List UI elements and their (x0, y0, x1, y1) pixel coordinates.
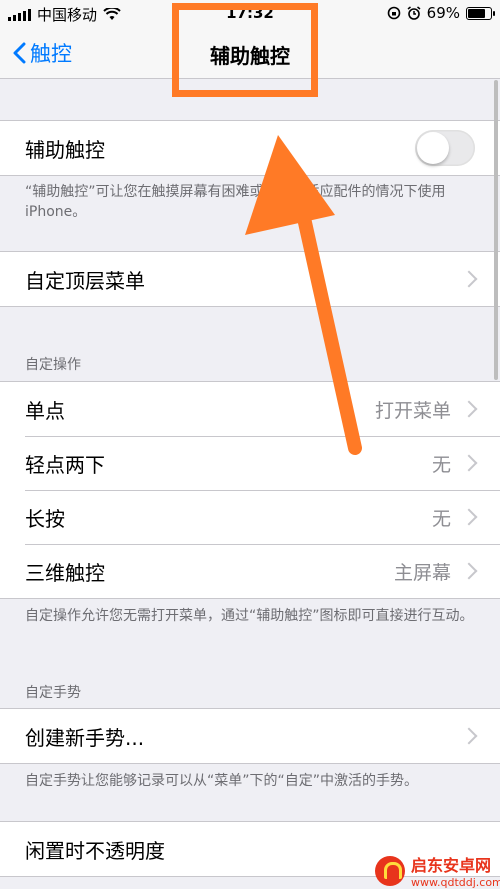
action-label: 长按 (25, 506, 65, 531)
custom-gestures-header: 自定手势 (25, 685, 81, 701)
action-label: 三维触控 (25, 560, 105, 585)
assistive-touch-toggle[interactable] (415, 130, 475, 166)
scroll-indicator[interactable] (494, 80, 498, 380)
action-row-single-tap[interactable]: 单点 打开菜单 (0, 382, 500, 436)
custom-actions-group: 单点 打开菜单 轻点两下 无 长按 无 三维触控 主屏幕 (0, 381, 500, 599)
annotation-highlight-box (172, 3, 318, 97)
watermark-text: 启东安卓网 www.qdtddj.com (411, 852, 500, 889)
battery-percent: 69% (426, 4, 460, 22)
assistive-touch-group: 辅助触控 (0, 120, 500, 176)
create-gesture-label: 创建新手势... (25, 725, 145, 750)
action-label: 单点 (25, 398, 65, 423)
customize-top-menu-row[interactable]: 自定顶层菜单 (0, 252, 500, 306)
custom-gestures-note: 自定手势让您能够记录可以从“菜单”下的“自定”中激活的手势。 (25, 773, 419, 789)
chevron-right-icon (460, 727, 478, 745)
battery-level (468, 8, 485, 18)
create-gesture-row[interactable]: 创建新手势... (0, 709, 500, 763)
watermark-name: 启东安卓网 (411, 856, 492, 875)
watermark-url: www.qdtddj.com (411, 876, 500, 889)
custom-actions-header: 自定操作 (25, 357, 81, 373)
top-menu-group: 自定顶层菜单 (0, 251, 500, 307)
watermark: 启东安卓网 www.qdtddj.com (375, 852, 500, 889)
action-row-long-press[interactable]: 长按 无 (0, 490, 500, 544)
assistive-touch-row: 辅助触控 (0, 121, 500, 175)
chevron-right-icon (460, 562, 478, 580)
rotation-lock-icon (387, 6, 400, 20)
action-value: 无 (431, 507, 451, 530)
custom-gestures-group: 创建新手势... (0, 708, 500, 764)
alarm-icon (407, 6, 421, 20)
action-value: 主屏幕 (393, 561, 451, 584)
chevron-right-icon (460, 508, 478, 526)
status-right: 69% (387, 4, 495, 22)
action-row-3d-touch[interactable]: 三维触控 主屏幕 (0, 544, 500, 598)
assistive-touch-label: 辅助触控 (25, 137, 105, 162)
action-row-double-tap[interactable]: 轻点两下 无 (0, 436, 500, 490)
chevron-right-icon (460, 400, 478, 418)
chevron-right-icon (460, 454, 478, 472)
watermark-logo-icon (375, 855, 405, 886)
assistive-touch-note: “辅助触控”可让您在触摸屏幕有困难或需要自适应配件的情况下使用 iPhone。 (25, 184, 446, 220)
custom-actions-note: 自定操作允许您无需打开菜单，通过“辅助触控”图标即可直接进行互动。 (25, 608, 474, 624)
chevron-right-icon (460, 270, 478, 288)
action-value: 打开菜单 (374, 399, 451, 422)
action-label: 轻点两下 (25, 452, 105, 477)
battery-icon (466, 6, 495, 20)
toggle-knob (417, 132, 449, 164)
customize-top-menu-label: 自定顶层菜单 (25, 268, 145, 293)
action-value: 无 (431, 453, 451, 476)
